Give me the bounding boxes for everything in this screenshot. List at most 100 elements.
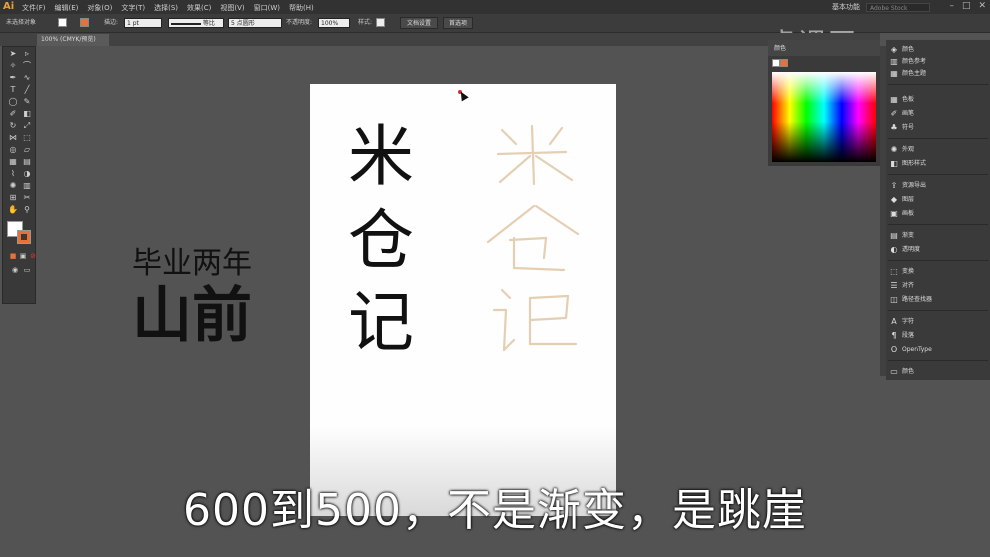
dock-item-color-theme[interactable]: ▦ 颜色主题 <box>890 68 926 80</box>
curvature-tool-icon[interactable]: ∿ <box>21 73 33 83</box>
stroke-weight-field[interactable]: 1 pt <box>124 18 162 28</box>
club-icon: ♣ <box>890 123 898 132</box>
pencil-tool-icon[interactable]: ✎ <box>21 97 33 107</box>
transform-icon: ⬚ <box>890 267 898 276</box>
brush-select[interactable]: 5 点圆形 <box>228 18 282 28</box>
style-swatch[interactable] <box>376 18 385 27</box>
dock-item-color-guide[interactable]: ▥ 颜色参考 <box>890 56 926 68</box>
artboard-tool-icon[interactable]: ⊞ <box>7 193 19 203</box>
magic-wand-icon[interactable]: ✧ <box>7 61 19 71</box>
stroke-label: 描边: <box>104 19 119 26</box>
dock-item-symbols[interactable]: ♣ 符号 <box>890 122 914 134</box>
gradient-tool-icon[interactable]: ▤ <box>21 157 33 167</box>
dock-item-character[interactable]: A 字符 <box>890 316 914 328</box>
dock-item-brushes[interactable]: ✐ 画笔 <box>890 108 914 120</box>
stroke-swatch[interactable] <box>80 18 89 27</box>
menu-effect[interactable]: 效果(C) <box>187 3 211 13</box>
slice-tool-icon[interactable]: ✂ <box>21 193 33 203</box>
eraser-icon[interactable]: ◧ <box>21 109 33 119</box>
menu-window[interactable]: 窗口(W) <box>254 3 280 13</box>
menu-object[interactable]: 对象(O) <box>87 3 112 13</box>
dock-item-paragraph[interactable]: ¶ 段落 <box>890 330 914 342</box>
dock-item-align[interactable]: ☰ 对齐 <box>890 280 914 292</box>
dock-item-graphic-styles[interactable]: ◧ 图形样式 <box>890 158 926 170</box>
symbol-sprayer-icon[interactable]: ✺ <box>7 181 19 191</box>
dock-item-appearance[interactable]: ✺ 外观 <box>890 144 914 156</box>
sun-icon: ✺ <box>890 145 898 154</box>
stroke-profile-label: 等比 <box>202 20 215 27</box>
dock-item-links[interactable]: ▭ 颜色 <box>890 366 914 378</box>
shape-builder-icon[interactable]: ◎ <box>7 145 19 155</box>
stock-search-input[interactable]: Adobe Stock <box>866 2 930 12</box>
transparency-icon: ◐ <box>890 245 898 254</box>
color-icon: ◈ <box>890 45 898 54</box>
export-icon: ⇪ <box>890 181 898 190</box>
dock-item-artboards[interactable]: ▣ 画板 <box>890 208 914 220</box>
mesh-tool-icon[interactable]: ▦ <box>7 157 19 167</box>
canvas-headline-large[interactable]: 山前 <box>132 284 252 348</box>
graph-tool-icon[interactable]: ▥ <box>21 181 33 191</box>
perspective-icon[interactable]: ▱ <box>21 145 33 155</box>
artboard-char-2[interactable]: 仓 <box>348 208 414 274</box>
menu-edit[interactable]: 编辑(E) <box>55 3 79 13</box>
none-mode-icon[interactable]: ⊘ <box>27 251 39 261</box>
zoom-tool-icon[interactable]: ⚲ <box>21 205 33 215</box>
dock-item-gradient[interactable]: ▤ 渐变 <box>890 230 914 242</box>
line-tool-icon[interactable]: ╱ <box>21 85 33 95</box>
artboard[interactable]: 米 仓 记 <box>310 84 616 516</box>
outlined-letterforms[interactable] <box>480 122 600 358</box>
dock-item-swatches[interactable]: ▦ 色板 <box>890 94 914 106</box>
eyedropper-icon[interactable]: ⌇ <box>7 169 19 179</box>
dock-separator <box>888 224 988 225</box>
hand-tool-icon[interactable]: ✋ <box>7 205 19 215</box>
dock-separator <box>888 360 988 361</box>
pen-tool-icon[interactable]: ✒ <box>7 73 19 83</box>
window-controls: – □ ✕ <box>949 1 986 11</box>
color-panel-tab[interactable]: 颜色 <box>774 43 786 52</box>
paintbrush-icon[interactable]: ✐ <box>7 109 19 119</box>
stroke-color-box[interactable] <box>17 230 31 244</box>
rotate-tool-icon[interactable]: ↻ <box>7 121 19 131</box>
document-setup-button[interactable]: 文档设置 <box>400 17 438 29</box>
width-tool-icon[interactable]: ⋈ <box>7 133 19 143</box>
color-spectrum[interactable] <box>772 72 876 162</box>
dock-item-transform[interactable]: ⬚ 变换 <box>890 266 914 278</box>
preferences-button[interactable]: 首选项 <box>443 17 473 29</box>
menu-select[interactable]: 选择(S) <box>154 3 178 13</box>
menu-type[interactable]: 文字(T) <box>121 3 145 13</box>
workspace-switcher[interactable]: 基本功能 <box>832 2 860 12</box>
fill-swatch[interactable] <box>58 18 67 27</box>
document-tab[interactable]: 100% (CMYK/预览) <box>37 34 109 46</box>
canvas-headline-small[interactable]: 毕业两年 <box>132 248 252 280</box>
direct-selection-tool-icon[interactable]: ▹ <box>21 49 33 59</box>
artboard-char-1[interactable]: 米 <box>348 124 414 190</box>
menu-file[interactable]: 文件(F) <box>22 3 46 13</box>
opacity-field[interactable]: 100% <box>318 18 350 28</box>
menu-view[interactable]: 视图(V) <box>220 3 244 13</box>
blend-tool-icon[interactable]: ◑ <box>21 169 33 179</box>
dock-item-asset-export[interactable]: ⇪ 资源导出 <box>890 180 926 192</box>
draw-mode-icon[interactable]: ◉ <box>9 265 21 275</box>
screen-mode-icon[interactable]: ▭ <box>21 265 33 275</box>
selection-tool-icon[interactable]: ➤ <box>7 49 19 59</box>
type-tool-icon[interactable]: T <box>7 85 19 95</box>
lasso-icon[interactable]: ⌒ <box>21 61 33 71</box>
dock-item-layers[interactable]: ◆ 图层 <box>890 194 914 206</box>
maximize-icon[interactable]: □ <box>962 1 971 11</box>
dock-item-color[interactable]: ◈ 颜色 <box>890 44 914 56</box>
dock-item-opentype[interactable]: O OpenType <box>890 344 932 356</box>
free-transform-icon[interactable]: ⬚ <box>21 133 33 143</box>
panel-stroke-swatch[interactable] <box>780 59 788 67</box>
menu-help[interactable]: 帮助(H) <box>289 3 314 13</box>
panel-fill-swatch[interactable] <box>772 59 780 67</box>
gradient-icon: ▤ <box>890 231 898 240</box>
video-subtitle: 600到500，不是渐变，是跳崖 <box>183 485 807 536</box>
minimize-icon[interactable]: – <box>949 1 954 11</box>
ellipse-tool-icon[interactable]: ◯ <box>7 97 19 107</box>
scale-tool-icon[interactable]: ⤢ <box>21 121 33 131</box>
stroke-profile-select[interactable]: 等比 <box>168 18 224 28</box>
artboard-char-3[interactable]: 记 <box>348 290 414 356</box>
dock-item-transparency[interactable]: ◐ 透明度 <box>890 244 921 256</box>
close-icon[interactable]: ✕ <box>978 1 986 11</box>
dock-item-pathfinder[interactable]: ◫ 路径查找器 <box>890 294 932 306</box>
